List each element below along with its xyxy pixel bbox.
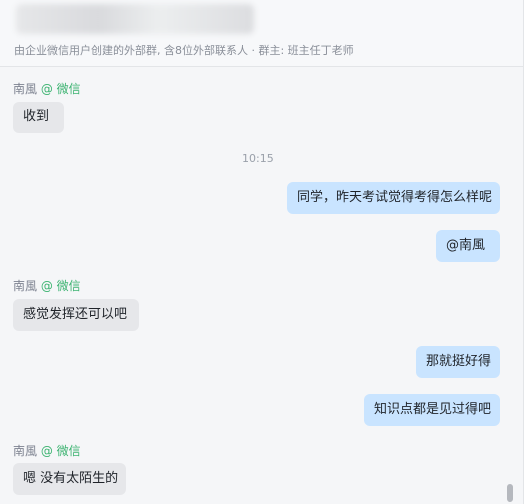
- incoming-message-bubble[interactable]: 感觉发挥还可以吧: [13, 299, 139, 331]
- sender-name[interactable]: 南風: [13, 444, 37, 458]
- scrollbar-thumb[interactable]: [507, 484, 513, 502]
- outgoing-message-bubble[interactable]: 同学，昨天考试觉得考得怎么样呢: [287, 182, 500, 214]
- incoming-message-bubble[interactable]: 收到: [13, 102, 64, 133]
- outgoing-message-bubble[interactable]: 知识点都是见过得吧: [364, 394, 500, 426]
- incoming-message-bubble[interactable]: 嗯 没有太陌生的: [13, 463, 126, 495]
- sender-name[interactable]: 南風: [13, 82, 37, 96]
- chat-header: 由企业微信用户创建的外部群, 含8位外部联系人 · 群主: 班主任丁老师: [0, 0, 523, 67]
- message-sender: 南風 @ 微信: [13, 80, 81, 97]
- group-subtitle: 由企业微信用户创建的外部群, 含8位外部联系人 · 群主: 班主任丁老师: [14, 44, 354, 57]
- outgoing-message-bubble[interactable]: 那就挺好得: [416, 346, 500, 378]
- wechat-tag: @ 微信: [40, 444, 81, 458]
- wechat-tag: @ 微信: [40, 82, 81, 96]
- chat-window: 由企业微信用户创建的外部群, 含8位外部联系人 · 群主: 班主任丁老师 南風 …: [0, 0, 524, 504]
- wechat-tag: @ 微信: [40, 279, 81, 293]
- message-sender: 南風 @ 微信: [13, 277, 81, 294]
- sender-name[interactable]: 南風: [13, 279, 37, 293]
- message-timestamp: 10:15: [242, 152, 274, 165]
- group-title-blurred: [16, 4, 254, 34]
- outgoing-message-bubble[interactable]: @南風: [436, 230, 500, 262]
- message-sender: 南風 @ 微信: [13, 442, 81, 459]
